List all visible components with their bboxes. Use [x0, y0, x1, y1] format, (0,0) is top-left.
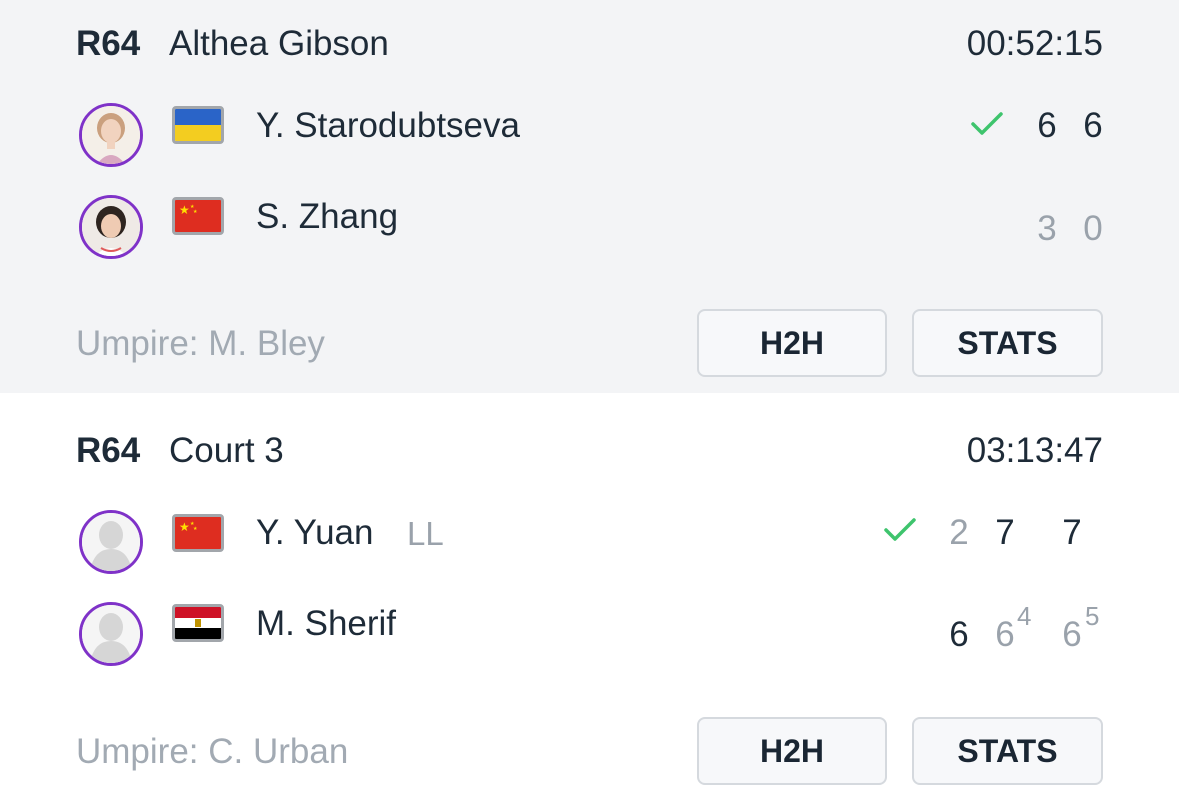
- set-score: 6: [1083, 106, 1103, 145]
- player-avatar[interactable]: [79, 103, 143, 167]
- set-score: 0: [1083, 209, 1103, 248]
- set-score: 2: [949, 513, 969, 552]
- umpire-label: Umpire: M. Bley: [76, 324, 325, 363]
- tiebreak-score: 4: [1017, 601, 1032, 631]
- svg-text:★: ★: [193, 526, 198, 532]
- court-name: Court 3: [169, 431, 284, 470]
- player-photo-icon: [82, 198, 140, 256]
- match-card[interactable]: R64 Court 3 03:13:47 ★ ★ ★ Y. Yuan LL 2 …: [0, 393, 1179, 803]
- lucky-loser-tag: LL: [407, 515, 444, 552]
- svg-text:★: ★: [179, 520, 190, 534]
- svg-text:★: ★: [193, 209, 198, 215]
- set-score: 3: [1037, 209, 1057, 248]
- player-avatar[interactable]: [79, 510, 143, 574]
- stats-button[interactable]: STATS: [912, 309, 1103, 377]
- set-score: 6: [1037, 106, 1057, 145]
- silhouette-icon: [82, 513, 140, 571]
- winner-check-icon: [971, 112, 1003, 135]
- umpire-label: Umpire: C. Urban: [76, 732, 349, 771]
- set-score: 6: [949, 615, 969, 654]
- round-label: R64: [76, 24, 141, 63]
- set-score: 6: [995, 615, 1015, 654]
- set-score: 6: [1062, 615, 1082, 654]
- china-flag-icon: ★ ★ ★: [172, 197, 224, 235]
- tiebreak-score: 5: [1085, 601, 1100, 631]
- court-name: Althea Gibson: [169, 24, 389, 63]
- match-duration: 03:13:47: [966, 431, 1103, 470]
- egypt-flag-icon: [172, 604, 224, 642]
- player-name[interactable]: S. Zhang: [256, 197, 398, 237]
- match-duration: 00:52:15: [966, 24, 1103, 63]
- match-card[interactable]: R64 Althea Gibson 00:52:15 Y. Starodubts…: [0, 0, 1179, 393]
- h2h-button[interactable]: H2H: [697, 309, 887, 377]
- player-name[interactable]: Y. Starodubtseva: [256, 106, 520, 146]
- player-avatar[interactable]: [79, 602, 143, 666]
- winner-check-icon: [884, 518, 916, 541]
- set-score: 7: [1062, 513, 1082, 552]
- silhouette-icon: [82, 605, 140, 663]
- china-flag-icon: ★ ★ ★: [172, 514, 224, 552]
- player-avatar[interactable]: [79, 195, 143, 259]
- round-label: R64: [76, 431, 141, 470]
- stats-button[interactable]: STATS: [912, 717, 1103, 785]
- svg-text:★: ★: [179, 203, 190, 217]
- player-name[interactable]: Y. Yuan: [256, 513, 373, 553]
- player-photo-icon: [82, 106, 140, 164]
- set-score: 7: [995, 513, 1015, 552]
- player-name[interactable]: M. Sherif: [256, 604, 396, 644]
- h2h-button[interactable]: H2H: [697, 717, 887, 785]
- ukraine-flag-icon: [172, 106, 224, 144]
